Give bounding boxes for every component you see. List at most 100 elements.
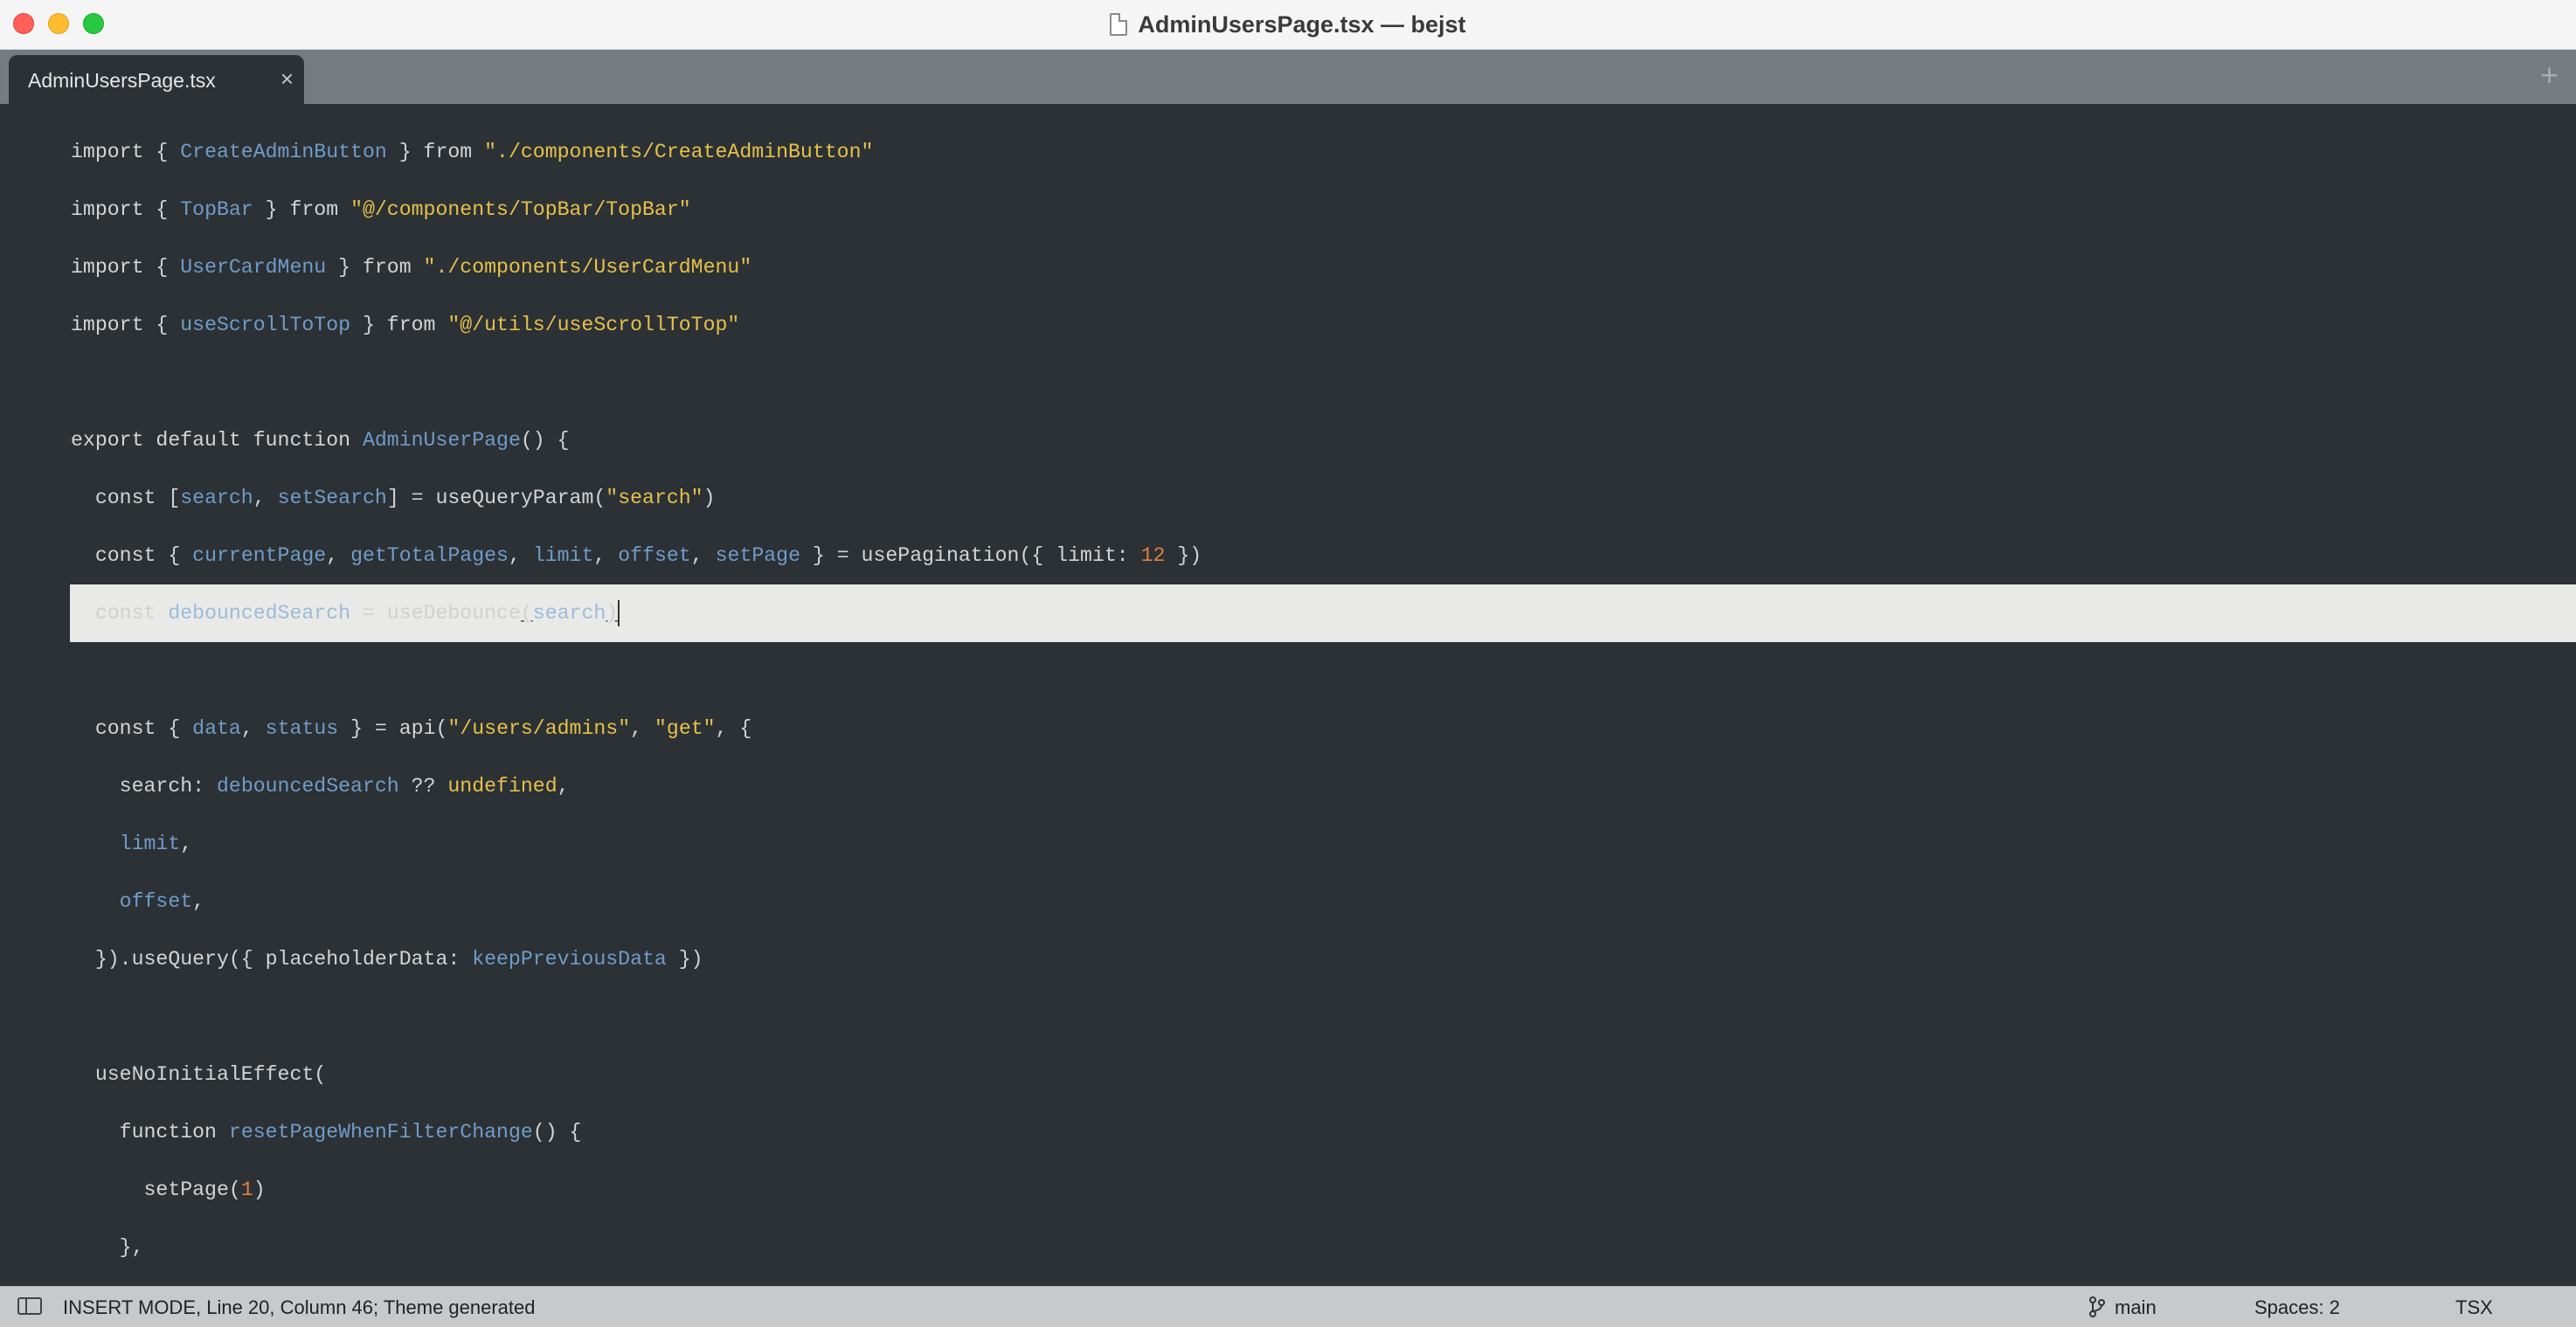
code-line-text: const debouncedSearch = useDebounce(sear… [71, 584, 620, 642]
code-token: import { [71, 198, 181, 221]
code-token: ) [703, 487, 716, 509]
code-token: () { [520, 429, 570, 452]
git-branch-icon [2089, 1296, 2105, 1317]
code-token: import { [71, 314, 181, 336]
sidebar-toggle-icon[interactable] [17, 1297, 42, 1315]
code-token: }).useQuery({ placeholderData: [71, 948, 473, 971]
code-line-text: function resetPageWhenFilterChange() { [71, 1103, 582, 1161]
syntax-setting[interactable]: TSX [2455, 1296, 2493, 1319]
code-line-text: import { TopBar } from "@/components/Top… [71, 181, 691, 238]
code-token: import { [71, 141, 181, 163]
code-token: const [ [71, 487, 181, 509]
code-line[interactable] [0, 988, 2576, 1046]
code-token: } from [326, 256, 424, 279]
code-token: data [192, 717, 241, 740]
code-line[interactable]: function resetPageWhenFilterChange() { [0, 1103, 2576, 1161]
close-tab-icon[interactable]: × [280, 67, 294, 90]
code-line[interactable]: import { CreateAdminButton } from "./com… [0, 123, 2576, 181]
code-token: import { [71, 256, 181, 279]
code-line-text: offset, [71, 873, 204, 930]
code-line-text: }).useQuery({ placeholderData: keepPrevi… [71, 930, 703, 988]
code-editor[interactable]: import { CreateAdminButton } from "./com… [0, 104, 2576, 1285]
code-token: const { [71, 544, 193, 567]
code-token: ] = useQueryParam( [386, 487, 606, 509]
code-token: getTotalPages [350, 544, 509, 567]
code-token: UserCardMenu [180, 256, 327, 279]
code-token: , { [715, 717, 752, 740]
code-line[interactable] [0, 354, 2576, 411]
code-line[interactable] [0, 642, 2576, 700]
code-token: "search" [606, 487, 703, 509]
code-token: currentPage [192, 544, 327, 567]
code-token: offset [119, 890, 193, 913]
code-line[interactable]: setPage(1) [0, 1161, 2576, 1219]
window-title-group: AdminUsersPage.tsx — bejst [0, 0, 2576, 49]
code-token: search [180, 487, 253, 509]
code-token: const { [71, 717, 193, 740]
code-line[interactable]: search: debouncedSearch ?? undefined, [0, 757, 2576, 815]
code-line[interactable]: export default function AdminUserPage() … [0, 411, 2576, 469]
code-token: } from [253, 198, 351, 221]
code-line[interactable]: const { currentPage, getTotalPages, limi… [0, 527, 2576, 584]
code-token: debouncedSearch [216, 775, 399, 798]
code-token: limit [119, 833, 181, 855]
code-token: "./components/UserCardMenu" [423, 256, 752, 279]
code-line-text: import { UserCardMenu } from "./componen… [71, 238, 751, 296]
code-line[interactable]: }, [0, 1219, 2576, 1276]
code-line[interactable]: useNoInitialEffect( [0, 1046, 2576, 1103]
code-line-text: }, [71, 1219, 144, 1276]
code-token: }) [666, 948, 703, 971]
new-tab-button[interactable]: + [2540, 59, 2559, 91]
code-line[interactable]: import { TopBar } from "@/components/Top… [0, 181, 2576, 238]
code-token: setPage( [71, 1178, 241, 1201]
code-line[interactable]: import { useScrollToTop } from "@/utils/… [0, 296, 2576, 354]
code-line-text: useNoInitialEffect( [71, 1046, 326, 1103]
code-token: = useDebounce [350, 602, 521, 625]
code-token: CreateAdminButton [180, 141, 387, 163]
code-line-text: import { CreateAdminButton } from "./com… [71, 123, 873, 181]
code-token: 1 [240, 1178, 253, 1201]
code-line-text: setPage(1) [71, 1161, 265, 1219]
git-branch-label[interactable]: main [2115, 1296, 2157, 1319]
code-token: setPage [715, 544, 800, 567]
code-token: keepPreviousData [472, 948, 667, 971]
code-token: } from [350, 314, 448, 336]
code-line[interactable]: offset, [0, 873, 2576, 930]
tab-adminuserspage[interactable]: AdminUsersPage.tsx × [9, 55, 304, 104]
code-token: resetPageWhenFilterChange [228, 1121, 533, 1144]
code-line[interactable]: }).useQuery({ placeholderData: keepPrevi… [0, 930, 2576, 988]
code-token: , [593, 544, 619, 567]
code-token: }, [71, 1236, 144, 1259]
code-token: TopBar [180, 198, 253, 221]
code-line-current[interactable]: const debouncedSearch = useDebounce(sear… [70, 584, 2576, 642]
code-line-text: search: debouncedSearch ?? undefined, [71, 757, 570, 815]
title-bar: AdminUsersPage.tsx — bejst [0, 0, 2576, 50]
code-line-text: export default function AdminUserPage() … [71, 411, 570, 469]
code-line[interactable]: const { data, status } = api("/users/adm… [0, 700, 2576, 757]
code-token: , [240, 717, 266, 740]
code-token: , [508, 544, 533, 567]
document-icon [1110, 13, 1128, 36]
indentation-setting[interactable]: Spaces: 2 [2254, 1296, 2340, 1319]
code-token: , [690, 544, 716, 567]
code-line-text: import { useScrollToTop } from "@/utils/… [71, 296, 739, 354]
code-token: , [630, 717, 654, 740]
code-token: useNoInitialEffect( [71, 1063, 327, 1086]
tab-bar: AdminUsersPage.tsx × + [0, 50, 2576, 104]
code-token: , [326, 544, 351, 567]
code-token: ( [520, 602, 533, 625]
code-line[interactable]: const [search, setSearch] = useQueryPara… [0, 469, 2576, 527]
code-line[interactable]: limit, [0, 815, 2576, 873]
code-token: } = api( [338, 717, 448, 740]
code-line-text: const { currentPage, getTotalPages, limi… [71, 527, 1201, 584]
editor-mode-status: INSERT MODE, Line 20, Column 46; Theme g… [63, 1296, 536, 1318]
code-token: , [180, 833, 193, 855]
code-token: , [253, 487, 278, 509]
code-line[interactable]: import { UserCardMenu } from "./componen… [0, 238, 2576, 296]
window-title: AdminUsersPage.tsx — bejst [1138, 10, 1466, 38]
code-token: function [71, 1121, 229, 1144]
code-token: search [532, 602, 606, 625]
code-line-text: const { data, status } = api("/users/adm… [71, 700, 751, 757]
code-token: 12 [1140, 544, 1166, 567]
